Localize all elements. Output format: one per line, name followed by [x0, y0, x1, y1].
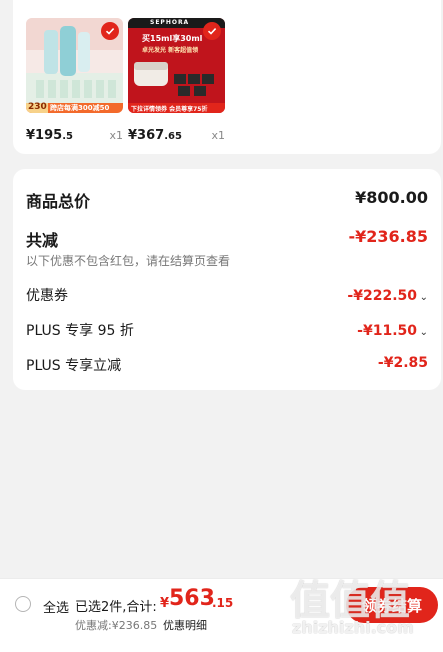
product-2-price-line: ¥367.65 x1 — [128, 128, 225, 146]
plus-95-value: -¥11.50 — [357, 323, 417, 339]
checkout-button[interactable]: 领券结算 — [346, 587, 438, 623]
selected-check-icon[interactable] — [101, 22, 119, 40]
product-2-banner-text: 下拉详情领券 会员尊享75折 — [131, 106, 208, 113]
checkout-bar: 全选 已选2件,合计: ¥ 563 .15 优惠减:¥236.85 优惠明细 领… — [0, 578, 443, 652]
product-2-qty: x1 — [211, 129, 225, 142]
discount-detail-link[interactable]: 优惠明细 — [163, 617, 207, 633]
select-all-radio[interactable] — [15, 596, 31, 612]
product-1-price: ¥195.5 — [26, 128, 73, 143]
coupon-value: -¥222.50 — [347, 288, 417, 304]
total-amount-dec: .15 — [212, 596, 234, 610]
plus-instant-label: PLUS 专享立减 — [26, 358, 122, 374]
selected-check-icon[interactable] — [203, 22, 221, 40]
products-card: 230 跨店每满300减50 ¥195.5 x1 SEPHORA 买15ml享3… — [13, 0, 441, 154]
chevron-down-icon: ⌄ — [419, 292, 428, 303]
product-2-promo-line1: 买15ml享30ml — [142, 34, 203, 43]
price-summary-card: 商品总价 ¥800.00 共减 -¥236.85 以下优惠不包含红包，请在结算页… — [13, 169, 441, 390]
discount-value: -¥236.85 — [348, 227, 428, 246]
chevron-down-icon: ⌄ — [419, 327, 428, 338]
product-2-price: ¥367.65 — [128, 128, 182, 143]
product-2-price-dec: .65 — [164, 131, 182, 142]
product-2-brand: SEPHORA — [150, 19, 190, 26]
product-item-1[interactable]: 230 跨店每满300减50 ¥195.5 x1 — [26, 18, 123, 143]
total-amount-int: 563 — [169, 586, 215, 611]
product-1-price-dec: .5 — [62, 131, 73, 142]
product-1-banner-text: 跨店每满300减50 — [50, 104, 110, 112]
total-price-label: 商品总价 — [26, 192, 91, 211]
plus-95-value-wrap[interactable]: -¥11.50 ⌄ — [357, 320, 428, 339]
coupon-row[interactable]: 优惠券 -¥222.50 ⌄ — [26, 285, 428, 305]
discount-summary: 优惠减:¥236.85 — [75, 619, 158, 632]
product-image-2[interactable]: SEPHORA 买15ml享30ml 卓光发光 新客超值领 下拉详情领券 会员尊… — [128, 18, 225, 113]
discount-row: 共减 -¥236.85 — [26, 227, 428, 250]
select-all-label[interactable]: 全选 — [43, 597, 69, 616]
total-price-value: ¥800.00 — [355, 188, 428, 207]
plus-95-row[interactable]: PLUS 专享 95 折 -¥11.50 ⌄ — [26, 320, 428, 340]
discount-note-row: 以下优惠不包含红包，请在结算页查看 — [26, 252, 428, 270]
product-2-promo-line2: 卓光发光 新客超值领 — [142, 47, 199, 54]
product-1-price-int: ¥195 — [26, 128, 63, 143]
discount-label: 共减 — [26, 231, 59, 250]
coupon-label: 优惠券 — [26, 288, 68, 304]
total-price-row: 商品总价 ¥800.00 — [26, 188, 428, 211]
selected-count: 已选2件,合计: — [75, 600, 157, 615]
product-1-qty: x1 — [109, 129, 123, 142]
coupon-value-wrap[interactable]: -¥222.50 ⌄ — [347, 285, 428, 304]
total-currency: ¥ — [160, 596, 170, 611]
product-item-2[interactable]: SEPHORA 买15ml享30ml 卓光发光 新客超值领 下拉详情领券 会员尊… — [128, 18, 225, 143]
product-1-banner-number: 230 — [28, 102, 47, 112]
discount-note: 以下优惠不包含红包，请在结算页查看 — [26, 254, 231, 268]
product-image-1[interactable]: 230 跨店每满300减50 — [26, 18, 123, 113]
plus-instant-row: PLUS 专享立减 -¥2.85 — [26, 355, 428, 375]
plus-instant-value: -¥2.85 — [377, 355, 428, 371]
product-1-price-line: ¥195.5 x1 — [26, 128, 123, 146]
product-2-price-int: ¥367 — [128, 128, 165, 143]
plus-95-label: PLUS 专享 95 折 — [26, 323, 134, 339]
